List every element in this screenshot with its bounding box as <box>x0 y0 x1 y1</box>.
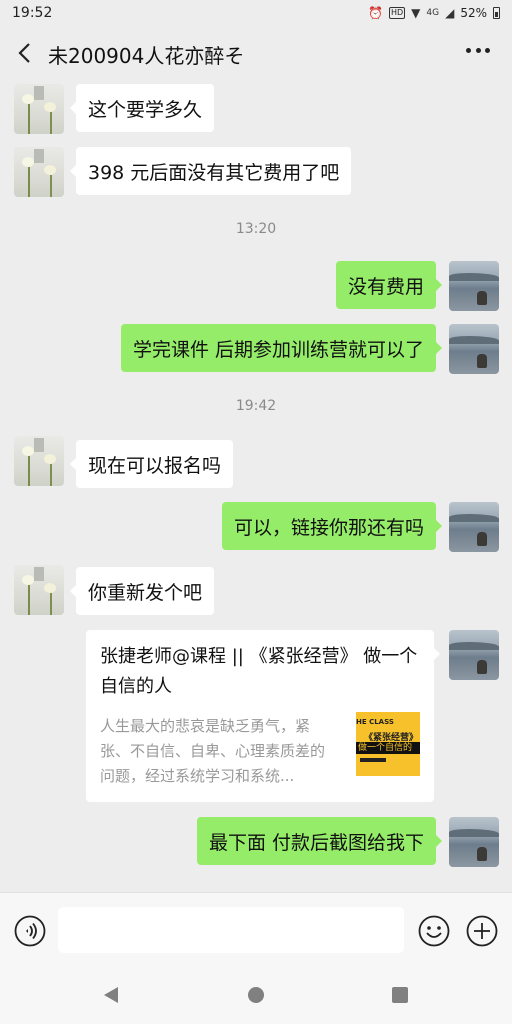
message-bubble-incoming[interactable]: 现在可以报名吗 <box>69 440 234 488</box>
voice-input-icon[interactable] <box>14 915 46 947</box>
link-card-description: 人生最大的悲哀是缺乏勇气，紧张、不自信、自卑、心理素质差的问题，经过系统学习和系… <box>100 717 326 785</box>
shared-link-card[interactable]: 张捷老师@课程 || 《紧张经营》 做一个自信的人 人生最大的悲哀是缺乏勇气，紧… <box>86 630 440 802</box>
timestamp: 13:20 <box>235 221 277 237</box>
battery-icon <box>493 7 500 19</box>
message-bubble-outgoing[interactable]: 最下面 付款后截图给我下 <box>196 817 443 865</box>
chat-title: 未200904人花亦醉そ <box>48 44 245 68</box>
contact-avatar[interactable] <box>14 84 64 134</box>
chat-messages[interactable]: 这个要学多久 398 元后面没有其它费用了吧 13:20 没有费用 学完课件 后… <box>0 80 512 892</box>
signal-icon: ◢ <box>445 6 455 20</box>
timestamp: 19:42 <box>235 398 277 414</box>
status-time: 19:52 <box>12 5 53 21</box>
back-arrow-icon[interactable] <box>14 41 36 65</box>
hd-icon: HD <box>388 7 406 19</box>
alarm-icon: ⏰ <box>368 6 383 20</box>
my-avatar[interactable] <box>449 502 499 552</box>
my-avatar[interactable] <box>449 817 499 867</box>
more-options-icon[interactable] <box>466 48 490 56</box>
link-card-thumbnail: HE CLASS 《紧张经营》 做一个自信的人 <box>356 712 420 776</box>
message-bubble-outgoing[interactable]: 没有费用 <box>335 261 443 309</box>
link-card-title: 张捷老师@课程 || 《紧张经营》 做一个自信的人 <box>100 646 418 697</box>
status-icons: ⏰ HD ▼ 4G ◢ 52% <box>368 6 500 20</box>
message-input-bar <box>0 892 512 966</box>
network-label: 4G <box>426 8 440 18</box>
message-bubble-incoming[interactable]: 398 元后面没有其它费用了吧 <box>69 147 352 195</box>
my-avatar[interactable] <box>449 630 499 680</box>
thumbnail-text: HE CLASS <box>356 718 394 726</box>
system-back-icon[interactable] <box>103 986 119 1004</box>
system-recents-icon[interactable] <box>392 987 408 1003</box>
system-navigation-bar <box>0 966 512 1024</box>
contact-avatar[interactable] <box>14 436 64 486</box>
status-bar: 19:52 ⏰ HD ▼ 4G ◢ 52% <box>0 0 512 26</box>
thumbnail-text: 做一个自信的人 <box>356 742 420 765</box>
contact-avatar[interactable] <box>14 147 64 197</box>
emoji-icon[interactable] <box>418 915 450 947</box>
my-avatar[interactable] <box>449 261 499 311</box>
wifi-icon: ▼ <box>411 6 421 20</box>
battery-percent: 52% <box>460 6 487 20</box>
plus-icon[interactable] <box>466 915 498 947</box>
message-bubble-outgoing[interactable]: 可以，链接你那还有吗 <box>221 502 443 550</box>
my-avatar[interactable] <box>449 324 499 374</box>
message-bubble-outgoing[interactable]: 学完课件 后期参加训练营就可以了 <box>120 324 443 372</box>
message-bubble-incoming[interactable]: 你重新发个吧 <box>69 567 215 615</box>
message-text-input[interactable] <box>58 907 404 953</box>
system-home-icon[interactable] <box>248 987 264 1003</box>
message-bubble-incoming[interactable]: 这个要学多久 <box>69 84 215 132</box>
chat-header: 未200904人花亦醉そ <box>0 26 512 80</box>
contact-avatar[interactable] <box>14 565 64 615</box>
